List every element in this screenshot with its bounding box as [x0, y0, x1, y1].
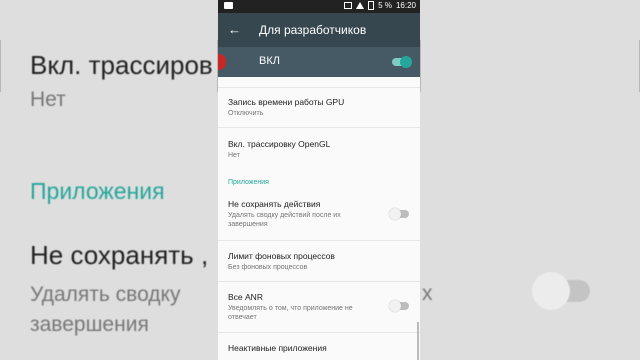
- master-switch[interactable]: [392, 56, 412, 68]
- signal-icon: [356, 2, 365, 9]
- gpu-title: Запись времени работы GPU: [228, 97, 345, 107]
- bg-delete-text: Удалять сводку: [30, 283, 181, 306]
- limit-subtitle: Без фоновых процессов: [228, 264, 308, 271]
- keep-switch[interactable]: [389, 208, 409, 220]
- status-time: 16:20: [395, 1, 416, 10]
- list-item-inactive-apps[interactable]: Неактивные приложения: [218, 333, 420, 360]
- phone-screen: 5 % 16:20 ← Для разработчиков ВКЛ Запись…: [218, 0, 420, 360]
- bg-right-fragment: х: [422, 282, 433, 305]
- bg-finish-text: завершения: [30, 313, 149, 336]
- list-item-anr[interactable]: Все ANR Уведомлять о том, что приложение…: [218, 282, 420, 333]
- cast-icon: [344, 2, 353, 9]
- bg-switch-knob: [532, 272, 570, 310]
- list-item-bg-limit[interactable]: Лимит фоновых процессов Без фоновых проц…: [218, 241, 420, 282]
- bg-trace-text: Вкл. трассиров: [30, 50, 213, 80]
- list-item-opengl[interactable]: Вкл. трассировку OpenGL Нет: [218, 128, 420, 170]
- limit-title: Лимит фоновых процессов: [228, 251, 335, 261]
- opengl-title: Вкл. трассировку OpenGL: [228, 139, 331, 149]
- switch-knob: [389, 208, 401, 220]
- app-toolbar: ← Для разработчиков: [218, 13, 420, 47]
- bg-left-zoom: Вкл. трассиров Нет Приложения Не сохраня…: [0, 0, 218, 360]
- anr-switch[interactable]: [389, 300, 409, 312]
- battery-icon: [368, 1, 375, 10]
- keep-title: Не сохранять действия: [228, 199, 321, 209]
- video-icon: [224, 2, 233, 9]
- bg-keep-text: Не сохранять ,: [30, 240, 209, 270]
- switch-knob: [400, 56, 412, 68]
- status-bar: 5 % 16:20: [218, 0, 420, 13]
- gpu-subtitle: Отключить: [228, 110, 264, 117]
- opengl-subtitle: Нет: [228, 152, 240, 159]
- arrow-back-icon[interactable]: ←: [228, 22, 241, 37]
- anr-title: Все ANR: [228, 292, 263, 302]
- bg-right-zoom: х: [420, 0, 640, 360]
- keep-subtitle: Удалять сводку действий после их заверше…: [228, 212, 341, 228]
- bg-no-text: Нет: [30, 88, 66, 111]
- list-item-partial: [218, 77, 420, 88]
- bg-apps-text: Приложения: [30, 178, 165, 204]
- switch-knob: [389, 300, 401, 312]
- anr-subtitle: Уведомлять о том, что приложение не отве…: [228, 305, 353, 321]
- touch-indicator: [218, 54, 226, 70]
- page-title: Для разработчиков: [259, 23, 367, 37]
- master-switch-label: ВКЛ: [259, 55, 280, 67]
- battery-percent: 5 %: [378, 1, 392, 10]
- list-item-gpu[interactable]: Запись времени работы GPU Отключить: [218, 88, 420, 128]
- master-switch-bar[interactable]: ВКЛ: [218, 47, 420, 77]
- inactive-title: Неактивные приложения: [228, 343, 327, 353]
- list-item-keep-activities[interactable]: Не сохранять действия Удалять сводку дей…: [218, 190, 420, 241]
- section-header-apps: Приложения: [228, 179, 269, 186]
- scrollbar[interactable]: [417, 322, 419, 360]
